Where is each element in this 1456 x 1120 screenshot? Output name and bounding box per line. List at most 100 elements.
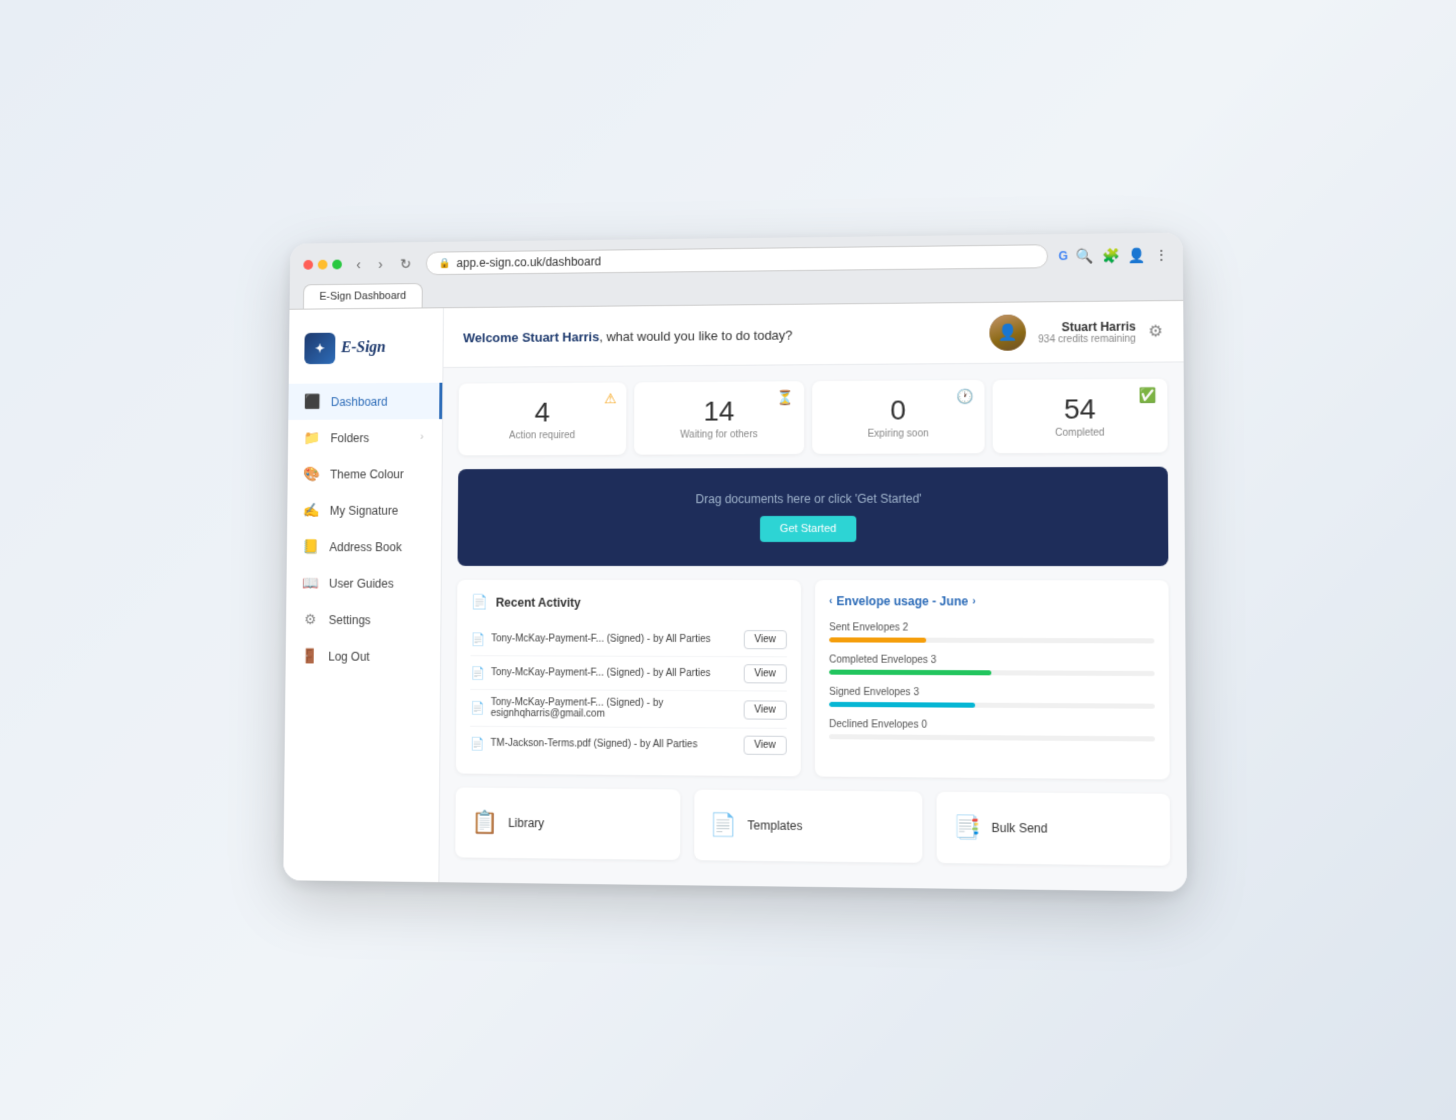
- sidebar-label-theme: Theme Colour: [330, 467, 404, 481]
- extensions-icon[interactable]: 🧩: [1102, 247, 1120, 264]
- close-dot[interactable]: [303, 260, 313, 270]
- activity-text: Tony-McKay-Payment-F... (Signed) - by Al…: [491, 633, 710, 645]
- browser-control-dots: [303, 260, 342, 270]
- view-button-2[interactable]: View: [743, 700, 787, 719]
- sidebar-item-theme[interactable]: 🎨 Theme Colour: [288, 455, 442, 492]
- stat-card-action[interactable]: ⚠ 4 Action required: [458, 382, 626, 455]
- sidebar-item-folders[interactable]: 📁 Folders ›: [288, 419, 442, 456]
- templates-label: Templates: [747, 818, 802, 833]
- sidebar-label-guides: User Guides: [329, 576, 394, 590]
- sidebar: ✦ E-Sign ⬛ Dashboard 📁 Folders › 🎨 Theme…: [283, 308, 444, 882]
- sidebar-item-signature[interactable]: ✍ My Signature: [287, 492, 441, 529]
- view-button-0[interactable]: View: [743, 630, 787, 649]
- activity-item: 📄 Tony-McKay-Payment-F... (Signed) - by …: [471, 622, 787, 657]
- profile-icon[interactable]: 👤: [1128, 247, 1146, 264]
- more-icon[interactable]: ⋮: [1154, 246, 1168, 263]
- folders-icon: 📁: [303, 430, 321, 447]
- stat-label-completed: Completed: [1009, 427, 1151, 439]
- active-tab[interactable]: E-Sign Dashboard: [303, 283, 423, 309]
- address-bar[interactable]: 🔒 app.e-sign.co.uk/dashboard: [426, 244, 1049, 275]
- hourglass-badge-icon: ⏳: [777, 389, 794, 406]
- user-name: Stuart Harris: [1038, 319, 1136, 334]
- search-icon[interactable]: 🔍: [1076, 247, 1094, 264]
- view-button-3[interactable]: View: [743, 736, 787, 755]
- stat-card-waiting[interactable]: ⏳ 14 Waiting for others: [634, 381, 804, 454]
- next-month-icon[interactable]: ›: [972, 596, 975, 607]
- user-info: Stuart Harris 934 credits remaining: [1038, 319, 1136, 345]
- activity-item: 📄 TM-Jackson-Terms.pdf (Signed) - by All…: [470, 727, 787, 762]
- browser-chrome: ‹ › ↻ 🔒 app.e-sign.co.uk/dashboard G 🔍 🧩…: [290, 233, 1184, 310]
- logo-text: E-Sign: [341, 339, 386, 357]
- usage-bar-bg-sent: [829, 637, 1154, 643]
- envelope-usage-label: Envelope usage - June: [837, 594, 969, 608]
- usage-bar-bg-declined: [829, 734, 1155, 741]
- templates-panel[interactable]: 📄 Templates: [694, 790, 923, 863]
- google-icon[interactable]: G: [1059, 249, 1069, 263]
- prev-month-icon[interactable]: ‹: [829, 596, 832, 607]
- activity-item: 📄 Tony-McKay-Payment-F... (Signed) - by …: [470, 690, 787, 729]
- stat-number-waiting: 14: [650, 395, 788, 428]
- bulk-send-icon: 📑: [953, 814, 981, 841]
- sidebar-item-address[interactable]: 📒 Address Book: [287, 528, 441, 565]
- stat-number-expiring: 0: [828, 394, 968, 427]
- doc-icon: 📄: [470, 666, 485, 680]
- lock-icon: 🔒: [439, 258, 451, 269]
- envelope-usage-panel: ‹ Envelope usage - June › Sent Envelopes…: [815, 580, 1170, 779]
- sidebar-label-address: Address Book: [329, 540, 402, 554]
- sidebar-item-logout[interactable]: 🚪 Log Out: [286, 638, 441, 675]
- usage-bar-sent: [829, 637, 926, 642]
- usage-bar-completed: [829, 670, 991, 676]
- activity-doc: 📄 Tony-McKay-Payment-F... (Signed) - by …: [470, 666, 735, 681]
- stat-label-action: Action required: [474, 430, 610, 442]
- address-icon: 📒: [302, 538, 320, 555]
- activity-text: TM-Jackson-Terms.pdf (Signed) - by All P…: [490, 738, 697, 751]
- library-icon: 📋: [471, 810, 498, 836]
- browser-window: ‹ › ↻ 🔒 app.e-sign.co.uk/dashboard G 🔍 🧩…: [283, 233, 1187, 892]
- stat-number-action: 4: [474, 396, 610, 428]
- stat-label-expiring: Expiring soon: [828, 428, 968, 440]
- sidebar-label-signature: My Signature: [330, 503, 399, 517]
- logo-icon: ✦: [304, 333, 335, 364]
- activity-doc: 📄 Tony-McKay-Payment-F... (Signed) - by …: [470, 697, 735, 721]
- usage-label-declined: Declined Envelopes 0: [829, 719, 1155, 732]
- chevron-right-icon: ›: [420, 432, 423, 443]
- clock-badge-icon: 🕐: [957, 388, 975, 405]
- maximize-dot[interactable]: [332, 260, 342, 270]
- logo-area: ✦ E-Sign: [289, 324, 443, 384]
- stat-number-completed: 54: [1009, 393, 1151, 426]
- upload-prompt: Drag documents here or click 'Get Starte…: [481, 491, 1143, 507]
- stats-row: ⚠ 4 Action required ⏳ 14 Waiting for oth…: [458, 379, 1167, 456]
- view-button-1[interactable]: View: [743, 664, 787, 683]
- refresh-button[interactable]: ↻: [395, 253, 416, 274]
- settings-icon: ⚙: [301, 611, 319, 628]
- get-started-button[interactable]: Get Started: [760, 516, 857, 542]
- stat-card-expiring[interactable]: 🕐 0 Expiring soon: [812, 380, 984, 454]
- settings-gear-icon[interactable]: ⚙: [1148, 321, 1163, 341]
- upload-zone[interactable]: Drag documents here or click 'Get Starte…: [457, 467, 1168, 566]
- sidebar-item-guides[interactable]: 📖 User Guides: [286, 565, 441, 602]
- back-button[interactable]: ‹: [351, 254, 365, 274]
- usage-bar-signed: [829, 702, 975, 708]
- check-badge-icon: ✅: [1139, 387, 1157, 404]
- app-container: ✦ E-Sign ⬛ Dashboard 📁 Folders › 🎨 Theme…: [283, 301, 1187, 892]
- library-label: Library: [508, 816, 544, 830]
- sidebar-item-settings[interactable]: ⚙ Settings: [286, 601, 441, 638]
- minimize-dot[interactable]: [318, 260, 328, 270]
- sidebar-label-dashboard: Dashboard: [331, 394, 388, 408]
- theme-icon: 🎨: [303, 466, 321, 483]
- forward-button[interactable]: ›: [373, 254, 387, 274]
- stat-card-completed[interactable]: ✅ 54 Completed: [993, 379, 1168, 454]
- activity-panel-title: Recent Activity: [496, 595, 581, 609]
- activity-panel: 📄 Recent Activity 📄 Tony-McKay-Payment-F…: [456, 580, 801, 777]
- avatar: 👤: [989, 314, 1026, 350]
- activity-doc: 📄 TM-Jackson-Terms.pdf (Signed) - by All…: [470, 736, 735, 752]
- signature-icon: ✍: [303, 502, 321, 519]
- library-panel[interactable]: 📋 Library: [455, 787, 680, 860]
- bulk-send-panel[interactable]: 📑 Bulk Send: [937, 792, 1170, 866]
- sidebar-item-dashboard[interactable]: ⬛ Dashboard: [288, 383, 442, 420]
- sidebar-label-folders: Folders: [330, 431, 369, 445]
- bottom-panels: 📋 Library 📄 Templates 📑 Bulk Send: [455, 787, 1170, 865]
- usage-label-completed: Completed Envelopes 3: [829, 654, 1154, 666]
- activity-panel-header: 📄 Recent Activity: [471, 594, 787, 611]
- usage-item-declined: Declined Envelopes 0: [829, 719, 1155, 741]
